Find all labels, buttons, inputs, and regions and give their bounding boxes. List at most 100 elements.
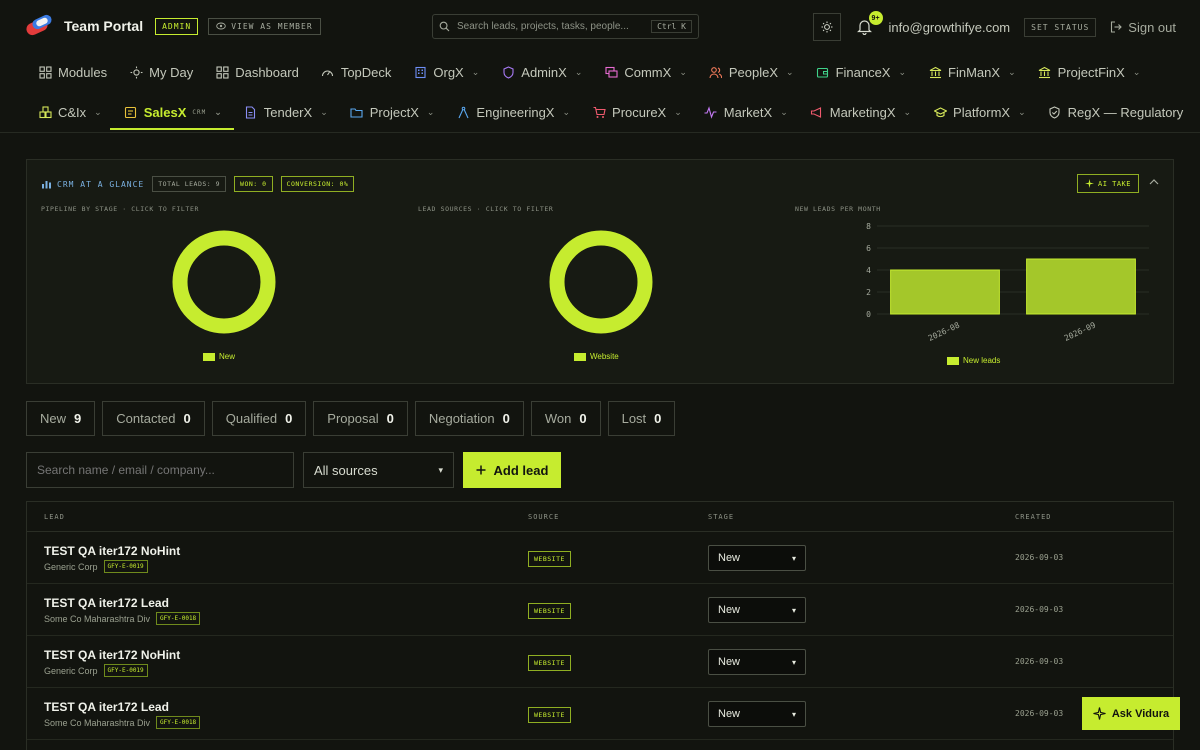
chevron-down-icon: ⌄ [320,106,328,117]
nav-projectfinx[interactable]: ProjectFinX ⌄ [1038,65,1140,80]
stage-filter-bar: New 9 Contacted 0 Qualified 0 Proposal 0 Neg… [26,401,676,436]
column-header-lead[interactable]: LEAD [44,513,65,521]
nav-adminx[interactable]: AdminX ⌄ [501,65,582,80]
conversion-chip: CONVERSION: 0% [280,176,355,192]
nav-c-and-ix[interactable]: C&Ix ⌄ [38,105,102,120]
nav-label: ProcureX [612,104,667,120]
nav-procurex[interactable]: ProcureX ⌄ [592,105,682,120]
stage-filter-won[interactable]: Won 0 [530,401,601,436]
stage-filter-contacted[interactable]: Contacted 0 [102,401,205,436]
lead-name[interactable]: TEST QA iter172 NoHint [44,648,180,662]
stage-select[interactable]: New ▾ [708,597,806,623]
user-email[interactable]: info@growthifye.com [889,20,1011,35]
nav-salesx[interactable]: SalesX CRM ⌄ [109,105,234,130]
nav-orgx[interactable]: OrgX ⌄ [413,65,479,80]
ai-take-label: AI TAKE [1097,179,1131,188]
column-header-created[interactable]: CREATED [1015,513,1052,521]
leads-table: LEAD SOURCE STAGE CREATED TEST QA iter17… [26,501,1174,750]
stage-select[interactable]: New ▾ [708,649,806,675]
legend-swatch [947,356,959,365]
source-badge: WEBSITE [528,551,571,567]
nav-topdeck[interactable]: TopDeck [321,65,391,80]
nav-modules[interactable]: Modules [38,65,107,80]
nav-label: CommX [624,64,672,80]
chevron-down-icon: ⌄ [898,66,907,77]
bar-2026-09[interactable] [1026,258,1136,315]
pipeline-legend-label: New [219,352,236,361]
chevron-down-icon: ▾ [791,709,796,719]
sources-donut-slice-website[interactable] [549,230,653,334]
global-search[interactable]: Search leads, projects, tasks, people...… [432,14,699,39]
theme-toggle-button[interactable] [812,13,841,41]
brand-name[interactable]: Team Portal [64,18,143,34]
search-shortcut: Ctrl K [651,20,692,33]
stage-filter-qualified[interactable]: Qualified 0 [211,401,307,436]
lead-company-line: Generic Corp GFY-E-0019 [44,560,148,573]
chevron-down-icon: ⌄ [1018,106,1026,117]
brand-logo[interactable] [24,13,54,38]
nav-my-day[interactable]: My Day [129,65,193,80]
column-header-source[interactable]: SOURCE [528,513,559,521]
nav-label: C&Ix [58,104,87,120]
add-lead-label: Add lead [493,462,549,478]
gauge-icon [321,65,335,79]
table-row[interactable]: TEST QA iter172 Lead Some Co Maharashtra… [27,584,1173,636]
pipeline-donut-chart[interactable] [171,229,277,335]
created-date: 2026-09-03 [1015,657,1064,666]
nav-financex[interactable]: FinanceX ⌄ [816,65,906,80]
y-tick-label: 4 [866,266,871,275]
stage-select[interactable]: New ▾ [708,545,806,571]
lead-search-input[interactable] [26,452,294,488]
sources-legend-label: Website [590,352,619,361]
ask-vidura-button[interactable]: Ask Vidura [1082,697,1180,730]
source-select[interactable]: All sources ▾ [303,452,454,488]
nav-divider [0,132,1200,133]
stage-count: 0 [183,411,191,426]
lead-name[interactable]: TEST QA iter172 Lead [44,700,169,714]
sign-out-button[interactable]: Sign out [1110,20,1176,35]
pipeline-donut-slice-new[interactable] [172,230,276,334]
notifications-button[interactable]: 9+ [855,11,883,37]
stage-filter-new[interactable]: New 9 [26,401,96,436]
nav-tenderx[interactable]: TenderX ⌄ [244,105,328,120]
column-header-stage[interactable]: STAGE [708,513,734,521]
stage-filter-lost[interactable]: Lost 0 [607,401,676,436]
nav-platformx[interactable]: PlatformX ⌄ [933,105,1026,120]
stage-count: 0 [285,411,293,426]
stage-filter-proposal[interactable]: Proposal 0 [313,401,408,436]
nav-marketx[interactable]: MarketX ⌄ [704,105,788,120]
nav-dashboard[interactable]: Dashboard [215,65,299,80]
sources-donut-chart[interactable] [548,229,654,335]
nav-label: AdminX [521,64,567,80]
grid-icon [38,65,52,79]
view-as-member-button[interactable]: VIEW AS MEMBER [208,17,321,35]
collapse-panel-button[interactable] [1149,177,1159,188]
lead-code: GFY-E-0019 [103,560,148,573]
nav-marketingx[interactable]: MarketingX ⌄ [810,105,911,120]
stage-select[interactable]: New ▾ [708,701,806,727]
nav-projectx[interactable]: ProjectX ⌄ [350,105,434,120]
panel-title: CRM AT A GLANCE [41,179,144,189]
lead-name[interactable]: TEST QA iter172 Lead [44,596,169,610]
nav-commx[interactable]: CommX ⌄ [604,65,687,80]
nav-regx[interactable]: RegX — Regulatory [1048,105,1183,120]
table-row[interactable]: TEST QA iter172 Lead Some Co Maharashtra… [27,688,1173,740]
set-status-button[interactable]: SET STATUS [1024,17,1097,37]
add-lead-button[interactable]: Add lead [463,452,561,488]
nav-label: FinanceX [835,64,891,80]
table-row[interactable]: TEST QA iter172 NoHint Generic Corp GFY-E… [27,636,1173,688]
nav-peoplex[interactable]: PeopleX ⌄ [709,65,794,80]
table-row[interactable]: TEST QA iter172 NoHint Generic Corp GFY-E… [27,532,1173,584]
source-select-value: All sources [314,462,378,478]
stage-filter-negotiation[interactable]: Negotiation 0 [414,401,524,436]
nav-engineeringx[interactable]: EngineeringX ⌄ [456,105,570,120]
ai-take-button[interactable]: AI TAKE [1076,174,1139,193]
chevron-down-icon: ▾ [791,605,796,615]
crm-at-a-glance-panel: CRM AT A GLANCE TOTAL LEADS: 9 WON: 0 CO… [26,159,1174,384]
bar-2026-08[interactable] [890,269,1000,315]
x-tick-label: 2026-09 [1063,320,1098,342]
chevron-down-icon: ⌄ [780,106,788,117]
lead-name[interactable]: TEST QA iter172 NoHint [44,544,180,558]
chevron-down-icon: ⌄ [679,66,687,77]
nav-finmanx[interactable]: FinManX ⌄ [928,65,1016,80]
